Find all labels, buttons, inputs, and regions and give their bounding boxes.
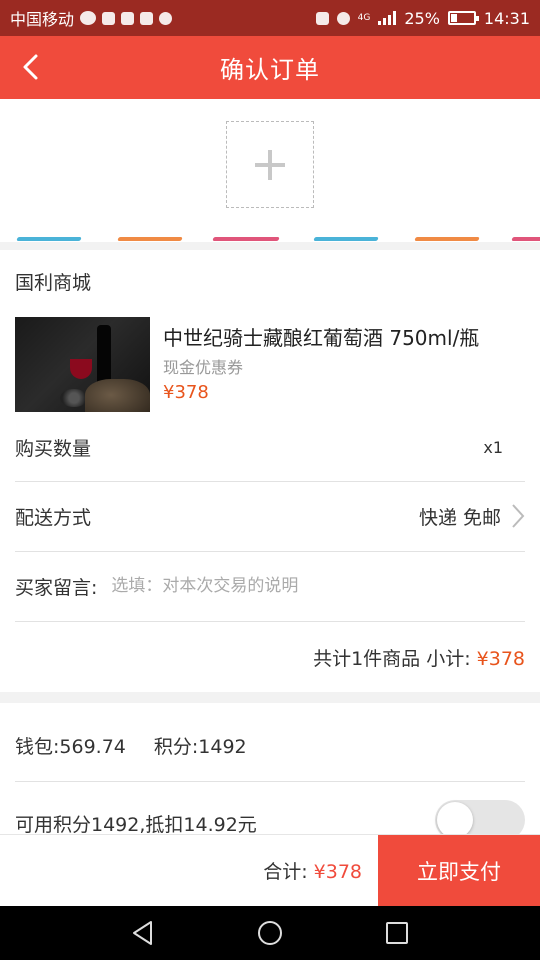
chevron-left-icon [23, 54, 38, 80]
points-deduct-toggle[interactable] [435, 800, 525, 834]
subtotal-prefix: 共计1件商品 小计: [313, 648, 477, 670]
product-name: 中世纪骑士藏酿红葡萄酒 750ml/瓶 [163, 326, 480, 350]
address-section [0, 99, 540, 242]
plus-icon [255, 149, 285, 180]
grapes-graphic [60, 389, 88, 407]
buyer-note-label: 买家留言: [15, 576, 98, 599]
signal-icon [378, 11, 397, 25]
quantity-value: x1 [483, 437, 503, 457]
map-notification-icon [121, 11, 135, 25]
system-nav-bar [0, 906, 540, 960]
barrel-graphic [85, 379, 150, 412]
wine-glass-graphic [70, 359, 92, 379]
divider [15, 621, 525, 622]
message-icon [80, 11, 97, 25]
nav-recents-button[interactable] [377, 913, 417, 953]
quantity-label: 购买数量 [15, 437, 92, 460]
product-coupon: 现金优惠券 [163, 358, 244, 377]
battery-icon [447, 11, 479, 25]
nav-back-button[interactable] [123, 913, 163, 953]
points-balance: 积分:1492 [153, 735, 247, 758]
envelope-stripe [117, 237, 183, 241]
battery-percent: 25% [404, 8, 440, 28]
wallet-card: 钱包:569.74 积分:1492 可用积分1492,抵扣14.92元 [0, 703, 540, 834]
circle-home-icon [257, 921, 282, 945]
product-price: ¥378 [163, 382, 209, 403]
buyer-note-input[interactable] [111, 576, 492, 596]
shipping-method-row[interactable]: 配送方式 快递 免邮 [15, 501, 525, 531]
clock: 14:31 [483, 8, 530, 28]
shipping-label: 配送方式 [15, 506, 92, 529]
wallet-row: 钱包:569.74 积分:1492 [15, 731, 525, 759]
store-name: 国利商城 [15, 272, 92, 294]
pay-now-button[interactable]: 立即支付 [378, 835, 540, 907]
total-amount: ¥378 [313, 861, 362, 883]
taobao-notification-icon [140, 11, 154, 25]
shipping-value: 快递 免邮 [418, 506, 501, 529]
back-button[interactable] [14, 50, 48, 84]
wallet-balance: 钱包:569.74 [15, 735, 126, 758]
subtotal-amount: ¥378 [476, 648, 525, 670]
envelope-stripe [212, 237, 280, 241]
total-prefix: 合计: [263, 861, 314, 883]
app-notification-icon [102, 11, 116, 25]
chevron-right-icon [512, 504, 525, 528]
envelope-stripe [511, 237, 540, 241]
title-bar: 确认订单 [0, 36, 540, 99]
status-bar: 中国移动 4G 25% 14:31 [0, 0, 540, 36]
square-recents-icon [385, 922, 408, 944]
order-total: 合计: ¥378 [263, 857, 362, 884]
toggle-knob [437, 802, 473, 834]
envelope-stripe [313, 237, 379, 241]
envelope-stripe [16, 237, 82, 241]
checkout-bar: 合计: ¥378 立即支付 [0, 834, 540, 907]
mute-icon [315, 11, 329, 25]
carrier-label: 中国移动 [10, 10, 75, 29]
nav-home-button[interactable] [250, 913, 290, 953]
page-title: 确认订单 [220, 56, 320, 84]
envelope-stripe [414, 237, 480, 241]
add-address-button[interactable] [226, 121, 314, 208]
buyer-note-row: 买家留言: [15, 571, 525, 601]
quantity-row: 购买数量 x1 [15, 432, 525, 462]
divider [15, 481, 525, 482]
points-deduct-label: 可用积分1492,抵扣14.92元 [15, 813, 257, 835]
network-type-label: 4G [357, 13, 371, 23]
product-image [15, 317, 150, 412]
divider [15, 781, 525, 782]
wifi-icon [336, 11, 350, 25]
subtotal: 共计1件商品 小计: ¥378 [313, 644, 525, 671]
triangle-back-icon [133, 921, 153, 945]
order-card: 国利商城 中世纪骑士藏酿红葡萄酒 750ml/瓶 现金优惠券 ¥378 购买数量… [0, 250, 540, 692]
divider [15, 551, 525, 552]
weibo-notification-icon [159, 11, 173, 25]
